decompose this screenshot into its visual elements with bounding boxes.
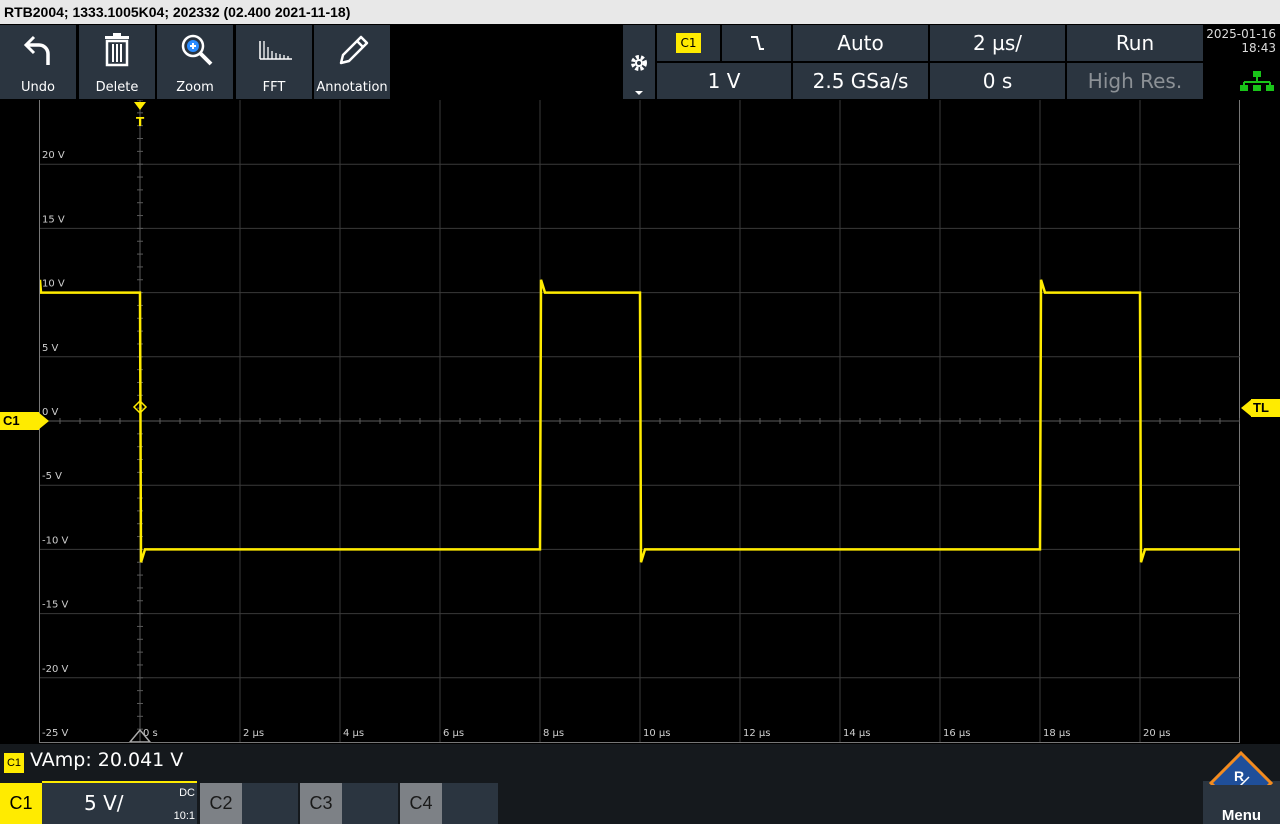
x-tick-label: 14 µs xyxy=(843,728,870,739)
measurement-channel-badge: C1 xyxy=(4,753,24,773)
trigger-mode-button[interactable]: Auto xyxy=(793,25,928,61)
annotation-button[interactable]: Annotation xyxy=(314,25,390,99)
menu-label: Menu xyxy=(1221,807,1262,824)
x-tick-label: 4 µs xyxy=(343,728,364,739)
undo-icon xyxy=(23,35,50,65)
window-title: RTB2004; 1333.1005K04; 202332 (02.400 20… xyxy=(0,0,1280,24)
x-tick-label: 2 µs xyxy=(243,728,264,739)
fft-label: FFT xyxy=(262,80,286,95)
channel-offset-marker[interactable]: C1 xyxy=(0,412,49,430)
y-tick-label: -20 V xyxy=(42,664,69,675)
sample-rate-button[interactable]: 2.5 GSa/s xyxy=(793,63,928,99)
channel-offset-marker-label: C1 xyxy=(3,413,20,428)
channel-badge: C1 xyxy=(676,33,701,53)
acquisition-mode-button[interactable]: High Res. xyxy=(1067,63,1203,99)
trigger-position-marker: T xyxy=(136,115,145,129)
channel-1-scale: 5 V/ xyxy=(84,791,124,815)
trigger-level-button[interactable]: 1 V xyxy=(657,63,791,99)
waveform-plot: 20 V15 V10 V5 V0 V-5 V-10 V-15 V-20 V-25… xyxy=(40,100,1240,742)
x-tick-label: 20 µs xyxy=(1143,728,1170,739)
fft-button[interactable]: FFT xyxy=(236,25,312,99)
channel-1-accent xyxy=(42,781,197,783)
undo-label: Undo xyxy=(21,80,55,95)
measurement-bar: C1 VAmp: 20.041 V xyxy=(0,744,1280,781)
y-tick-label: -5 V xyxy=(42,471,62,482)
x-tick-label: 12 µs xyxy=(743,728,770,739)
channel-3-tab[interactable]: C3 xyxy=(300,783,342,824)
x-tick-label: 8 µs xyxy=(543,728,564,739)
time-scale-button[interactable]: 2 µs/ xyxy=(930,25,1065,61)
menu-button[interactable]: R S Menu xyxy=(1203,751,1280,824)
time-offset-button[interactable]: 0 s xyxy=(930,63,1065,99)
channel-2-settings[interactable] xyxy=(242,783,298,824)
x-tick-label: 10 µs xyxy=(643,728,670,739)
pencil-icon xyxy=(339,35,369,65)
gear-icon xyxy=(631,55,647,95)
y-tick-label: -15 V xyxy=(42,600,69,611)
delete-label: Delete xyxy=(95,80,139,95)
trigger-position-arrow[interactable] xyxy=(134,102,146,110)
zoom-button[interactable]: Zoom xyxy=(157,25,233,99)
marker-arrow-icon xyxy=(38,412,49,430)
channel-1-settings[interactable]: 5 V/ DC 10:1 xyxy=(42,781,197,824)
zoom-label: Zoom xyxy=(176,80,214,95)
run-stop-button[interactable]: Run xyxy=(1067,25,1203,61)
channel-3-settings[interactable] xyxy=(342,783,398,824)
channel-select[interactable]: C1 xyxy=(657,25,720,61)
settings-button[interactable] xyxy=(623,25,655,99)
fft-spectrum-icon xyxy=(259,41,292,60)
channel-1-probe: 10:1 xyxy=(173,810,195,822)
falling-edge-icon xyxy=(751,36,764,50)
clock: 2025-01-16 18:43 xyxy=(1205,25,1280,99)
annotation-label: Annotation xyxy=(316,80,388,95)
x-tick-label: 6 µs xyxy=(443,728,464,739)
delete-button[interactable]: Delete xyxy=(79,25,155,99)
toolbar: Undo Delete Zoom FFT Annotation C1 Auto … xyxy=(0,24,1280,100)
channel-4-tab[interactable]: C4 xyxy=(400,783,442,824)
trigger-slope-button[interactable] xyxy=(722,25,791,61)
clock-date: 2025-01-16 xyxy=(1206,27,1276,41)
y-tick-label: 20 V xyxy=(42,150,65,161)
waveform-display[interactable]: 20 V 15 V 10 V5 V0 V -5 V -10 V -15 V -20 V -25… xyxy=(39,100,1240,743)
clock-time: 18:43 xyxy=(1241,41,1276,55)
channel-1-coupling: DC xyxy=(179,787,195,799)
undo-button[interactable]: Undo xyxy=(0,25,76,99)
y-tick-label: 10 V xyxy=(42,279,65,290)
zoom-icon xyxy=(181,34,213,66)
measurement-vamp[interactable]: VAmp: 20.041 V xyxy=(30,749,183,771)
x-tick-label: 16 µs xyxy=(943,728,970,739)
channel-4-settings[interactable] xyxy=(442,783,498,824)
channel-2-tab[interactable]: C2 xyxy=(200,783,242,824)
network-icon xyxy=(1240,71,1274,91)
trigger-level-marker[interactable]: TL xyxy=(1241,399,1280,417)
y-tick-label: 5 V xyxy=(42,343,59,354)
trigger-level-marker-label: TL xyxy=(1253,400,1269,415)
x-tick-label: 18 µs xyxy=(1043,728,1070,739)
marker-arrow-icon xyxy=(1241,399,1252,417)
channel-1-tab[interactable]: C1 xyxy=(0,783,42,824)
y-tick-label: -25 V xyxy=(42,728,69,739)
trash-icon xyxy=(105,33,129,67)
y-tick-label: -10 V xyxy=(42,535,69,546)
channel-bar: C1 5 V/ DC 10:1 C2 C3 C4 xyxy=(0,781,1280,824)
rohde-schwarz-logo-icon: R S xyxy=(1208,751,1274,785)
y-tick-label: 15 V xyxy=(42,214,65,225)
